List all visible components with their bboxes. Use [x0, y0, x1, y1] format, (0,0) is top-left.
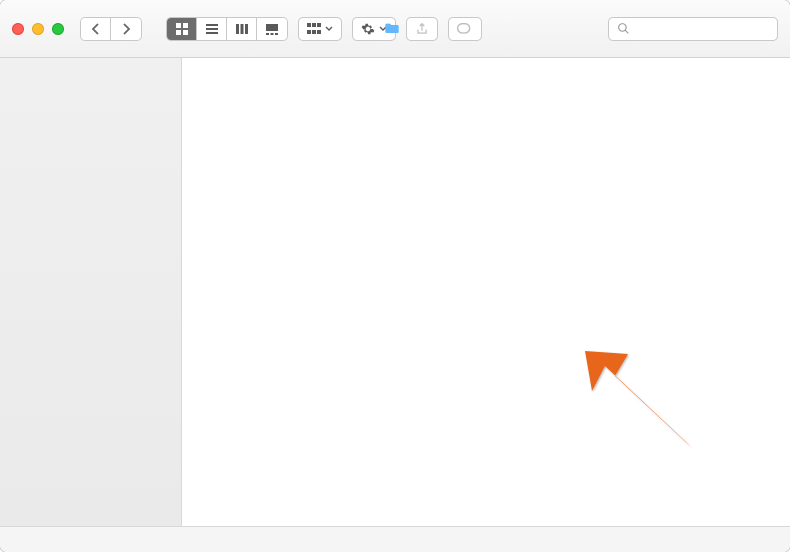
share-button[interactable]: [406, 17, 438, 41]
list-view-button[interactable]: [197, 18, 227, 40]
content-area: [182, 58, 790, 526]
gallery-view-button[interactable]: [257, 18, 287, 40]
window-controls: [12, 23, 64, 35]
close-button[interactable]: [12, 23, 24, 35]
folder-icon: [384, 21, 400, 37]
search-icon: [617, 22, 630, 35]
search-field[interactable]: [608, 17, 778, 41]
share-icon: [415, 22, 429, 36]
path-bar: [0, 526, 790, 552]
group-by-button[interactable]: [298, 17, 342, 41]
column-view-button[interactable]: [227, 18, 257, 40]
chevron-down-icon: [325, 26, 333, 32]
nav-back-forward: [80, 17, 142, 41]
gear-icon: [361, 22, 375, 36]
maximize-button[interactable]: [52, 23, 64, 35]
titlebar: [0, 0, 790, 58]
view-mode-segment: [166, 17, 288, 41]
watermark: [182, 58, 790, 526]
window-title: [384, 21, 406, 37]
back-button[interactable]: [81, 18, 111, 40]
edit-tags-button[interactable]: [448, 17, 482, 41]
icon-view-button[interactable]: [167, 18, 197, 40]
minimize-button[interactable]: [32, 23, 44, 35]
tag-icon: [457, 23, 473, 35]
search-input[interactable]: [634, 21, 769, 36]
forward-button[interactable]: [111, 18, 141, 40]
sidebar: [0, 58, 182, 526]
